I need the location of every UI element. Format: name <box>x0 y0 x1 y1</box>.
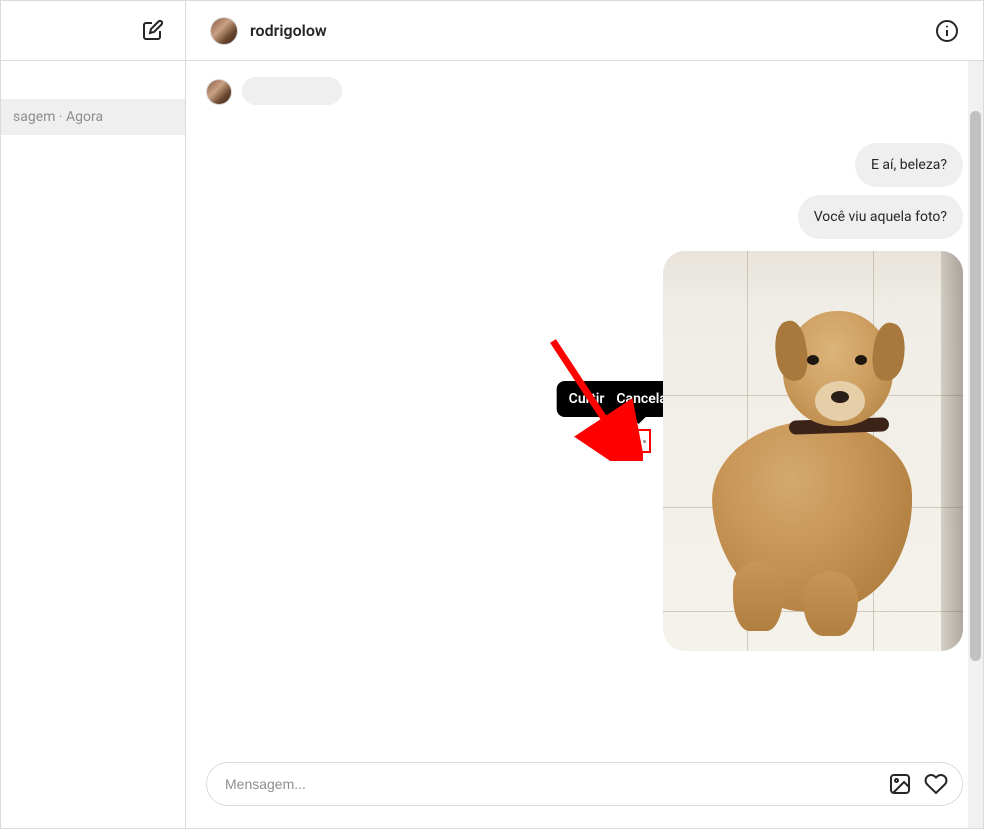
message-text: E aí, beleza? <box>871 157 947 173</box>
app-container: sagem · Agora rodrigolow E aí <box>0 0 984 829</box>
scrollbar-track[interactable] <box>968 61 983 828</box>
info-icon[interactable] <box>935 19 959 43</box>
like-action[interactable]: Curtir <box>569 391 605 407</box>
scrollbar-thumb[interactable] <box>970 111 981 661</box>
more-options-button[interactable] <box>627 429 651 453</box>
composer <box>186 744 983 828</box>
outgoing-image-row: Curtir Cancelar envio <box>206 247 963 651</box>
chat-user[interactable]: rodrigolow <box>210 17 327 45</box>
incoming-bubble[interactable] <box>242 77 342 105</box>
chat-panel: rodrigolow E aí, beleza? Você viu aque <box>186 1 983 828</box>
image-message[interactable] <box>663 251 963 651</box>
message-text: Você viu aquela foto? <box>814 209 947 225</box>
avatar <box>206 79 232 105</box>
composer-pill <box>206 762 963 806</box>
message-bubble[interactable]: Você viu aquela foto? <box>798 195 963 239</box>
message-actions-wrap: Curtir Cancelar envio <box>627 429 651 453</box>
message-bubble[interactable]: E aí, beleza? <box>855 143 963 187</box>
chat-username: rodrigolow <box>250 21 327 40</box>
sidebar-item-active[interactable]: sagem · Agora <box>1 99 185 136</box>
sidebar: sagem · Agora <box>1 1 186 828</box>
outgoing-message-row: Você viu aquela foto? <box>206 195 963 239</box>
dog-photo <box>663 251 963 651</box>
sidebar-list: sagem · Agora <box>1 61 185 828</box>
more-icon <box>633 440 646 443</box>
heart-icon[interactable] <box>924 772 948 796</box>
sidebar-header <box>1 1 185 61</box>
avatar <box>210 17 238 45</box>
compose-icon[interactable] <box>141 19 165 43</box>
sidebar-item[interactable] <box>1 61 185 99</box>
messages-area: E aí, beleza? Você viu aquela foto? Curt… <box>186 61 983 744</box>
outgoing-message-row: E aí, beleza? <box>206 143 963 187</box>
image-icon[interactable] <box>888 772 912 796</box>
chat-header: rodrigolow <box>186 1 983 61</box>
message-input[interactable] <box>225 776 876 792</box>
sidebar-item-preview: sagem · Agora <box>13 109 103 125</box>
incoming-message-row <box>206 77 963 105</box>
